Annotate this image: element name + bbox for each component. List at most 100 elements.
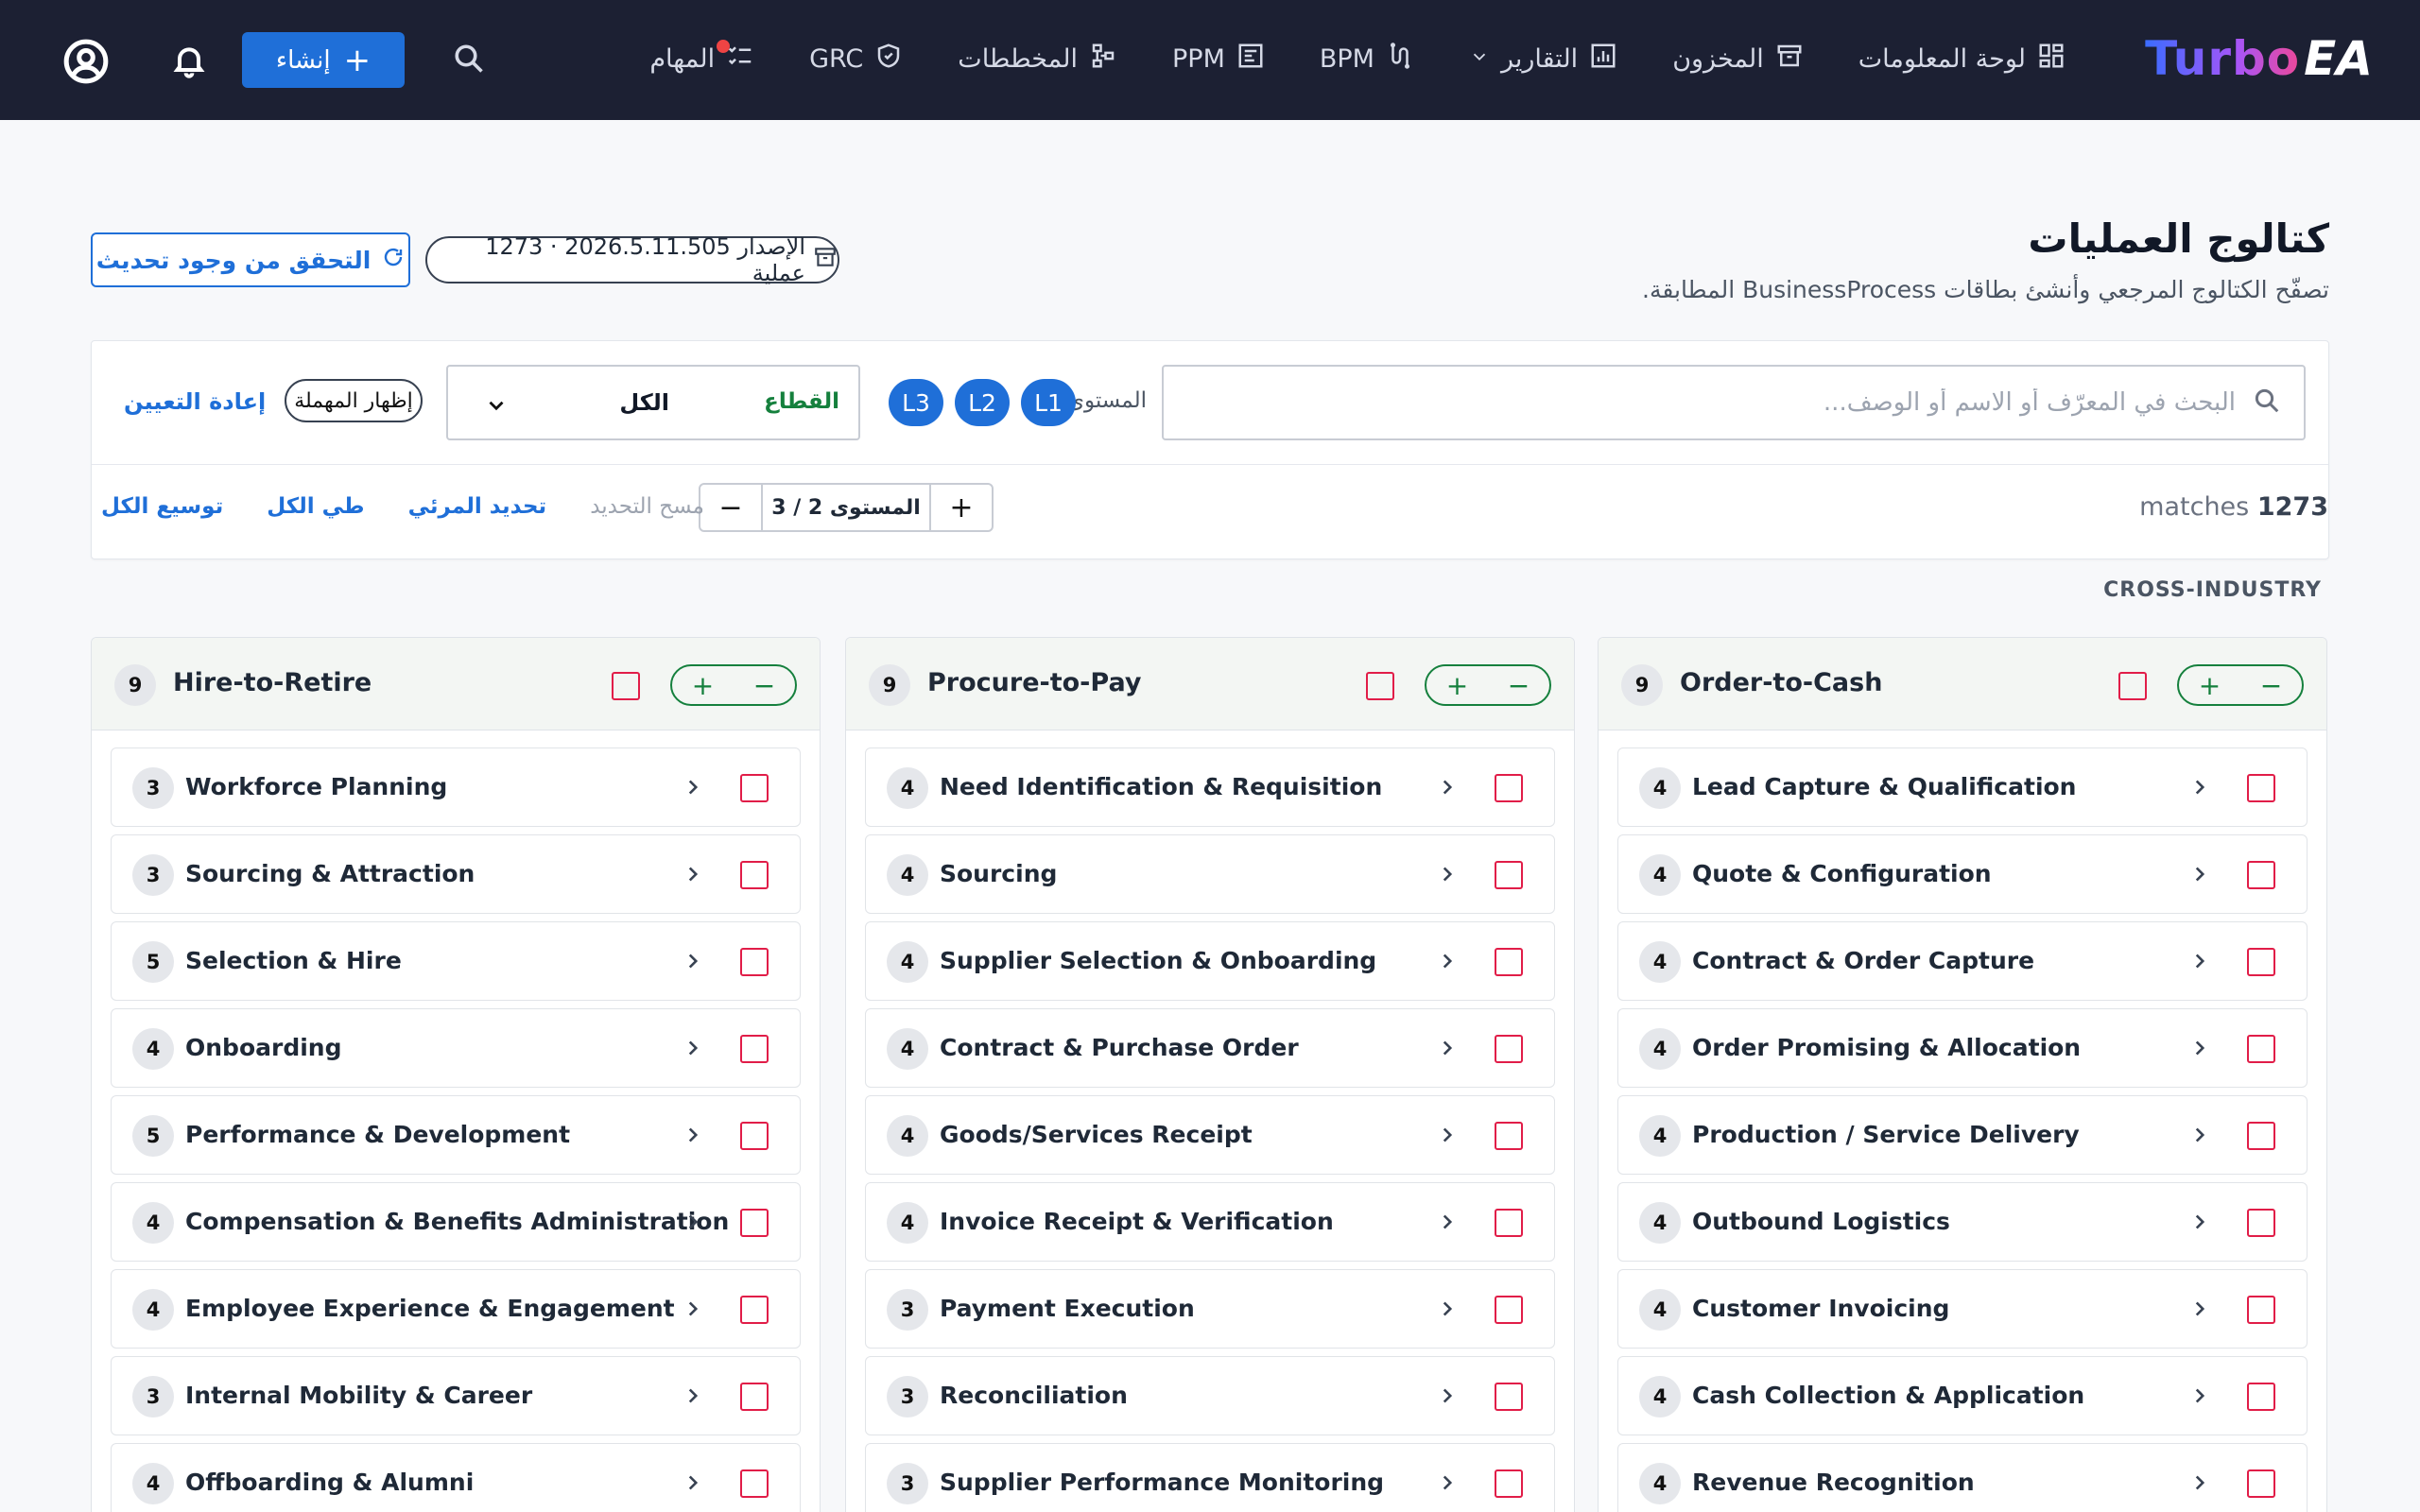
- clear-selection-link[interactable]: مسح التحديد: [590, 494, 704, 519]
- column-select-checkbox[interactable]: [612, 672, 640, 700]
- chevron-right-icon[interactable]: [681, 1123, 705, 1147]
- process-select-checkbox[interactable]: [2247, 948, 2275, 976]
- chevron-right-icon[interactable]: [1435, 775, 1460, 799]
- nav-item-inventory[interactable]: المخزون: [1672, 42, 1804, 77]
- process-item[interactable]: 3 Supplier Performance Monitoring: [865, 1443, 1555, 1512]
- reset-filters-link[interactable]: إعادة التعيين: [124, 388, 266, 415]
- process-select-checkbox[interactable]: [1495, 1296, 1523, 1324]
- nav-item-diagrams[interactable]: المخططات: [958, 42, 1117, 77]
- chevron-right-icon[interactable]: [1435, 1383, 1460, 1408]
- chevron-right-icon[interactable]: [2187, 862, 2212, 886]
- process-item[interactable]: 4 Offboarding & Alumni: [111, 1443, 801, 1512]
- chevron-right-icon[interactable]: [1435, 1123, 1460, 1147]
- process-item[interactable]: 3 Internal Mobility & Career: [111, 1356, 801, 1435]
- column-collapse-button[interactable]: −: [753, 670, 775, 701]
- column-collapse-button[interactable]: −: [2260, 670, 2282, 701]
- chevron-right-icon[interactable]: [1435, 862, 1460, 886]
- process-column-title[interactable]: Procure-to-Pay: [927, 668, 1141, 697]
- process-item[interactable]: 3 Payment Execution: [865, 1269, 1555, 1349]
- chevron-right-icon[interactable]: [1435, 1210, 1460, 1234]
- process-select-checkbox[interactable]: [1495, 1122, 1523, 1150]
- process-item[interactable]: 3 Workforce Planning: [111, 747, 801, 827]
- nav-item-tasks[interactable]: المهام: [649, 39, 754, 77]
- chevron-right-icon[interactable]: [2187, 1210, 2212, 1234]
- process-item[interactable]: 4 Compensation & Benefits Administration: [111, 1182, 801, 1262]
- chevron-right-icon[interactable]: [2187, 1036, 2212, 1060]
- chevron-right-icon[interactable]: [681, 1383, 705, 1408]
- level-chip-l1[interactable]: L1: [1021, 379, 1076, 426]
- process-item[interactable]: 4 Lead Capture & Qualification: [1617, 747, 2308, 827]
- process-item[interactable]: 4 Cash Collection & Application: [1617, 1356, 2308, 1435]
- chevron-right-icon[interactable]: [681, 862, 705, 886]
- level-decrement-button[interactable]: −: [700, 485, 761, 530]
- nav-item-grc[interactable]: GRC: [809, 42, 903, 77]
- nav-item-dashboard[interactable]: لوحة المعلومات: [1858, 42, 2066, 77]
- sector-select[interactable]: القطاع الكل: [446, 365, 860, 440]
- process-select-checkbox[interactable]: [740, 1122, 769, 1150]
- level-chip-l2[interactable]: L2: [955, 379, 1010, 426]
- bell-icon[interactable]: [170, 42, 208, 79]
- chevron-right-icon[interactable]: [1435, 949, 1460, 973]
- process-item[interactable]: 4 Goods/Services Receipt: [865, 1095, 1555, 1175]
- chevron-right-icon[interactable]: [2187, 775, 2212, 799]
- process-item[interactable]: 4 Revenue Recognition: [1617, 1443, 2308, 1512]
- chevron-right-icon[interactable]: [2187, 1297, 2212, 1321]
- process-select-checkbox[interactable]: [2247, 1296, 2275, 1324]
- process-item[interactable]: 4 Onboarding: [111, 1008, 801, 1088]
- user-account-icon[interactable]: [62, 38, 110, 85]
- chevron-right-icon[interactable]: [2187, 1123, 2212, 1147]
- chevron-right-icon[interactable]: [1435, 1470, 1460, 1495]
- level-chip-l3[interactable]: L3: [889, 379, 943, 426]
- process-select-checkbox[interactable]: [2247, 1469, 2275, 1498]
- column-select-checkbox[interactable]: [2118, 672, 2147, 700]
- check-update-button[interactable]: التحقق من وجود تحديث: [91, 232, 410, 287]
- process-select-checkbox[interactable]: [2247, 861, 2275, 889]
- process-select-checkbox[interactable]: [740, 1469, 769, 1498]
- turbo-ea-logo[interactable]: Turbo EA: [2145, 28, 2373, 89]
- expand-all-link[interactable]: توسيع الكل: [101, 494, 223, 519]
- process-item[interactable]: 5 Selection & Hire: [111, 921, 801, 1001]
- process-select-checkbox[interactable]: [740, 1296, 769, 1324]
- level-increment-button[interactable]: +: [931, 485, 992, 530]
- process-select-checkbox[interactable]: [2247, 1209, 2275, 1237]
- nav-item-reports[interactable]: التقارير: [1469, 42, 1617, 77]
- process-item[interactable]: 4 Contract & Purchase Order: [865, 1008, 1555, 1088]
- chevron-right-icon[interactable]: [681, 1470, 705, 1495]
- chevron-right-icon[interactable]: [681, 949, 705, 973]
- column-expand-button[interactable]: +: [2199, 670, 2221, 701]
- process-item[interactable]: 3 Sourcing & Attraction: [111, 834, 801, 914]
- process-select-checkbox[interactable]: [1495, 1383, 1523, 1411]
- process-select-checkbox[interactable]: [1495, 774, 1523, 802]
- chevron-right-icon[interactable]: [681, 1297, 705, 1321]
- show-deprecated-toggle[interactable]: إظهار المهملة: [285, 379, 423, 422]
- process-item[interactable]: 4 Customer Invoicing: [1617, 1269, 2308, 1349]
- process-item[interactable]: 4 Quote & Configuration: [1617, 834, 2308, 914]
- process-item[interactable]: 3 Reconciliation: [865, 1356, 1555, 1435]
- catalog-search-input[interactable]: [1164, 388, 2236, 417]
- process-item[interactable]: 4 Order Promising & Allocation: [1617, 1008, 2308, 1088]
- chevron-right-icon[interactable]: [1435, 1036, 1460, 1060]
- process-select-checkbox[interactable]: [740, 774, 769, 802]
- process-select-checkbox[interactable]: [2247, 774, 2275, 802]
- nav-item-bpm[interactable]: BPM: [1320, 42, 1414, 77]
- process-item[interactable]: 4 Contract & Order Capture: [1617, 921, 2308, 1001]
- process-select-checkbox[interactable]: [740, 861, 769, 889]
- chevron-right-icon[interactable]: [681, 775, 705, 799]
- process-select-checkbox[interactable]: [740, 948, 769, 976]
- create-button[interactable]: + إنشاء: [242, 32, 405, 88]
- process-select-checkbox[interactable]: [1495, 948, 1523, 976]
- search-icon[interactable]: [452, 42, 486, 76]
- catalog-search-box[interactable]: [1162, 365, 2306, 440]
- process-item[interactable]: 5 Performance & Development: [111, 1095, 801, 1175]
- process-column-title[interactable]: Hire-to-Retire: [173, 668, 372, 697]
- process-select-checkbox[interactable]: [2247, 1122, 2275, 1150]
- chevron-right-icon[interactable]: [2187, 949, 2212, 973]
- process-item[interactable]: 4 Sourcing: [865, 834, 1555, 914]
- column-collapse-button[interactable]: −: [1508, 670, 1530, 701]
- process-item[interactable]: 4 Supplier Selection & Onboarding: [865, 921, 1555, 1001]
- chevron-right-icon[interactable]: [681, 1210, 705, 1234]
- process-select-checkbox[interactable]: [1495, 1469, 1523, 1498]
- process-item[interactable]: 4 Need Identification & Requisition: [865, 747, 1555, 827]
- nav-item-ppm[interactable]: PPM: [1172, 42, 1265, 77]
- process-select-checkbox[interactable]: [740, 1209, 769, 1237]
